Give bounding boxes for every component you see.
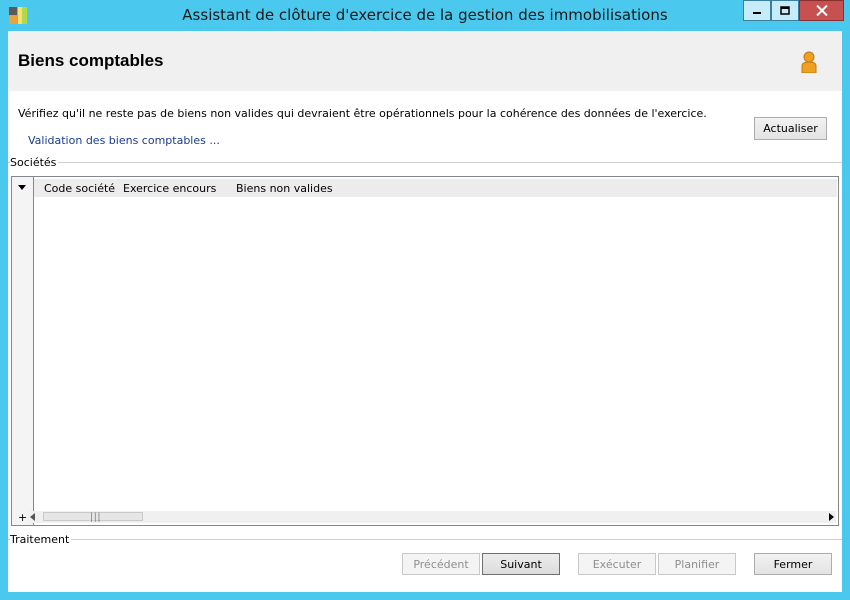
grid-row-header-column: + bbox=[12, 177, 34, 525]
scrollbar-thumb[interactable]: │││ bbox=[43, 512, 143, 522]
close-wizard-button[interactable]: Fermer bbox=[754, 553, 832, 575]
societes-group-divider bbox=[8, 162, 842, 163]
schedule-button[interactable]: Planifier bbox=[658, 553, 736, 575]
column-header-exercice-encours[interactable]: Exercice encours bbox=[123, 182, 216, 195]
traitement-group-divider bbox=[8, 539, 842, 540]
column-header-biens-non-valides[interactable]: Biens non valides bbox=[236, 182, 333, 195]
user-icon bbox=[801, 51, 817, 73]
column-header-code-societe[interactable]: Code société bbox=[44, 182, 115, 195]
close-button[interactable] bbox=[799, 0, 844, 21]
page-header: Biens comptables bbox=[8, 31, 842, 91]
window-title: Assistant de clôture d'exercice de la ge… bbox=[182, 6, 668, 24]
societes-grid[interactable]: + Code société Exercice encours Biens no… bbox=[11, 176, 839, 526]
column-chooser-dropdown-icon[interactable] bbox=[18, 185, 26, 190]
refresh-button[interactable]: Actualiser bbox=[754, 117, 827, 140]
wizard-body: Biens comptables Vérifiez qu'il ne reste… bbox=[8, 31, 842, 592]
page-title: Biens comptables bbox=[18, 51, 164, 70]
wizard-window: Assistant de clôture d'exercice de la ge… bbox=[0, 0, 850, 600]
validation-link[interactable]: Validation des biens comptables ... bbox=[28, 134, 220, 147]
scroll-right-icon[interactable] bbox=[829, 513, 834, 521]
scroll-left-icon[interactable] bbox=[30, 513, 35, 521]
traitement-group-label: Traitement bbox=[10, 533, 72, 546]
execute-button[interactable]: Exécuter bbox=[578, 553, 656, 575]
minimize-button[interactable] bbox=[743, 0, 771, 21]
societes-group-label: Sociétés bbox=[10, 156, 59, 169]
add-row-button[interactable]: + bbox=[18, 512, 27, 523]
close-icon bbox=[815, 5, 828, 16]
grid-column-headers: Code société Exercice encours Biens non … bbox=[34, 179, 837, 197]
scrollbar-grip-icon: │││ bbox=[89, 513, 101, 522]
next-button[interactable]: Suivant bbox=[482, 553, 560, 575]
instructions-text: Vérifiez qu'il ne reste pas de biens non… bbox=[18, 107, 707, 120]
horizontal-scrollbar[interactable]: │││ bbox=[28, 511, 836, 523]
maximize-icon bbox=[780, 5, 790, 15]
maximize-button[interactable] bbox=[771, 0, 799, 21]
minimize-icon bbox=[753, 11, 761, 14]
title-bar[interactable]: Assistant de clôture d'exercice de la ge… bbox=[0, 0, 850, 31]
previous-button[interactable]: Précédent bbox=[402, 553, 480, 575]
